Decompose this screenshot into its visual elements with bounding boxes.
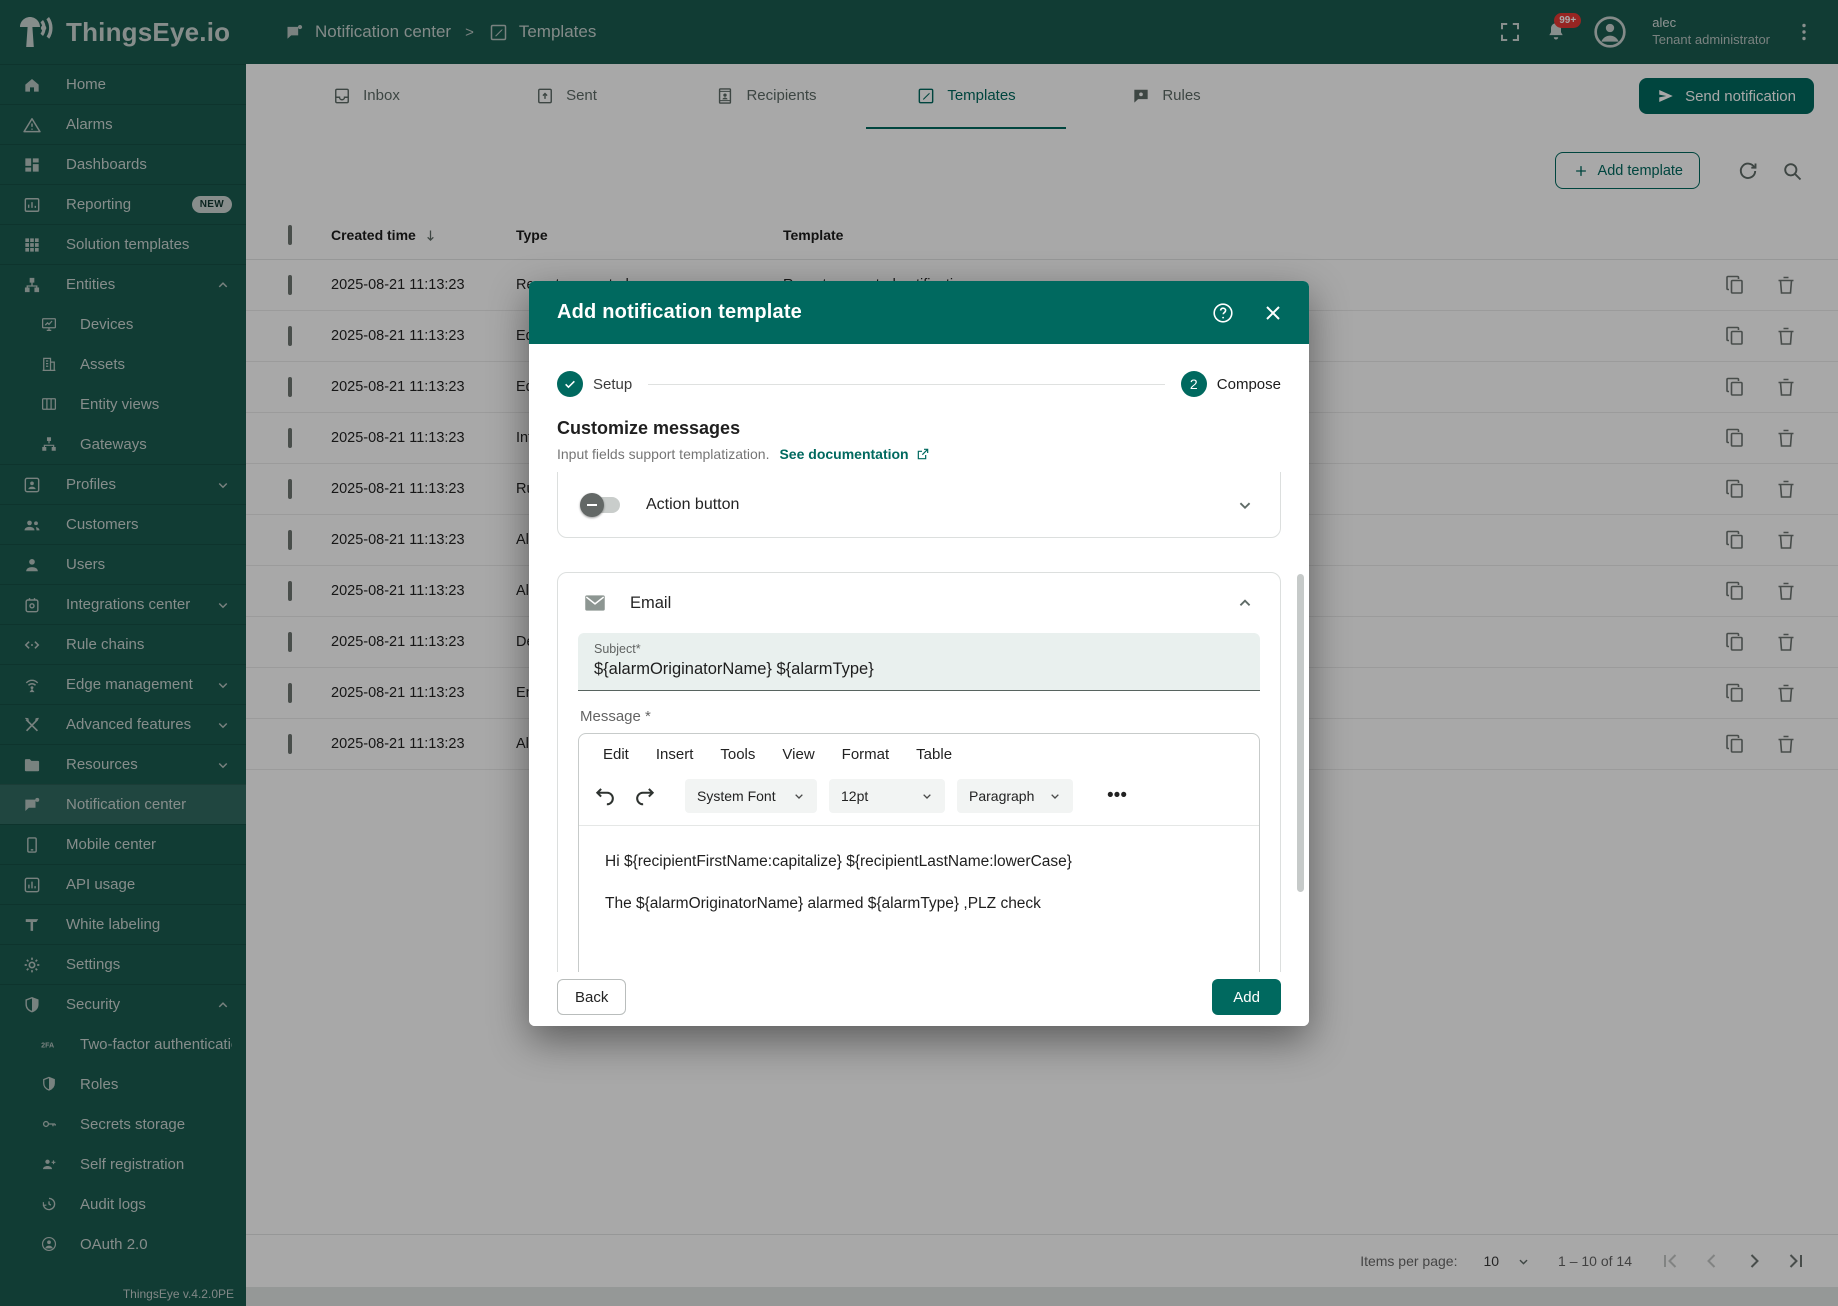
menu-view[interactable]: View: [782, 746, 814, 763]
see-documentation-link[interactable]: See documentation: [779, 446, 930, 462]
subject-label: Subject*: [594, 642, 1244, 656]
message-line-1: Hi ${recipientFirstName:capitalize} ${re…: [605, 852, 1233, 873]
dialog-body: Setup 2 Compose Customize messages Input…: [529, 362, 1309, 972]
email-card-header[interactable]: Email: [578, 583, 1260, 623]
step-setup-done: [557, 371, 583, 397]
menu-table[interactable]: Table: [916, 746, 952, 763]
dialog-title: Add notification template: [557, 301, 802, 324]
more-tools-icon[interactable]: •••: [1099, 779, 1135, 813]
menu-insert[interactable]: Insert: [656, 746, 694, 763]
toggle-thumb: [580, 493, 604, 517]
chevron-down-icon[interactable]: [1234, 494, 1256, 516]
subject-field[interactable]: Subject* ${alarmOriginatorName} ${alarmT…: [578, 633, 1260, 691]
help-icon[interactable]: [1211, 301, 1235, 325]
subject-value: ${alarmOriginatorName} ${alarmType}: [594, 660, 1244, 679]
templatization-hint: Input fields support templatization. See…: [557, 446, 1281, 462]
redo-icon[interactable]: [631, 783, 657, 809]
menu-format[interactable]: Format: [842, 746, 890, 763]
add-notification-template-dialog: Add notification template Setup 2 Compos…: [529, 281, 1309, 1026]
chevron-down-icon: [791, 788, 807, 804]
font-family-select[interactable]: System Font: [685, 779, 817, 813]
dialog-header: Add notification template: [529, 281, 1309, 344]
undo-icon[interactable]: [593, 783, 619, 809]
customize-messages-heading: Customize messages: [557, 418, 1281, 439]
editor-menubar: Edit Insert Tools View Format Table: [579, 734, 1259, 771]
mail-icon: [582, 590, 608, 616]
message-label: Message *: [578, 708, 1260, 725]
external-link-icon: [915, 446, 931, 462]
chevron-down-icon: [919, 788, 935, 804]
dialog-scrollbar[interactable]: [1297, 574, 1304, 892]
close-icon[interactable]: [1261, 301, 1285, 325]
check-icon: [562, 376, 578, 392]
menu-edit[interactable]: Edit: [603, 746, 629, 763]
menu-tools[interactable]: Tools: [720, 746, 755, 763]
step-compose-number: 2: [1181, 371, 1207, 397]
message-line-2: The ${alarmOriginatorName} alarmed ${ala…: [605, 894, 1233, 915]
font-size-select[interactable]: 12pt: [829, 779, 945, 813]
chevron-up-icon[interactable]: [1234, 592, 1256, 614]
action-button-toggle[interactable]: [582, 497, 620, 513]
compose-scroll-area: Action button Email Subject* ${alarmOrig…: [557, 472, 1281, 972]
message-body-input[interactable]: Hi ${recipientFirstName:capitalize} ${re…: [579, 826, 1259, 941]
paragraph-style-select[interactable]: Paragraph: [957, 779, 1073, 813]
add-button[interactable]: Add: [1212, 979, 1281, 1015]
back-button[interactable]: Back: [557, 979, 626, 1015]
email-card: Email Subject* ${alarmOriginatorName} ${…: [557, 572, 1281, 972]
dialog-footer: Back Add: [529, 976, 1309, 1026]
editor-toolbar: System Font 12pt Paragraph •••: [579, 771, 1259, 825]
step-compose-label[interactable]: Compose: [1217, 376, 1281, 393]
email-title: Email: [630, 594, 671, 613]
action-button-card: Action button: [557, 472, 1281, 538]
chevron-down-icon: [1047, 788, 1063, 804]
stepper-connector: [648, 384, 1165, 385]
step-setup-label[interactable]: Setup: [593, 376, 632, 393]
action-button-label: Action button: [646, 496, 739, 514]
stepper: Setup 2 Compose: [557, 362, 1281, 406]
rich-text-editor: Edit Insert Tools View Format Table Syst…: [578, 733, 1260, 972]
